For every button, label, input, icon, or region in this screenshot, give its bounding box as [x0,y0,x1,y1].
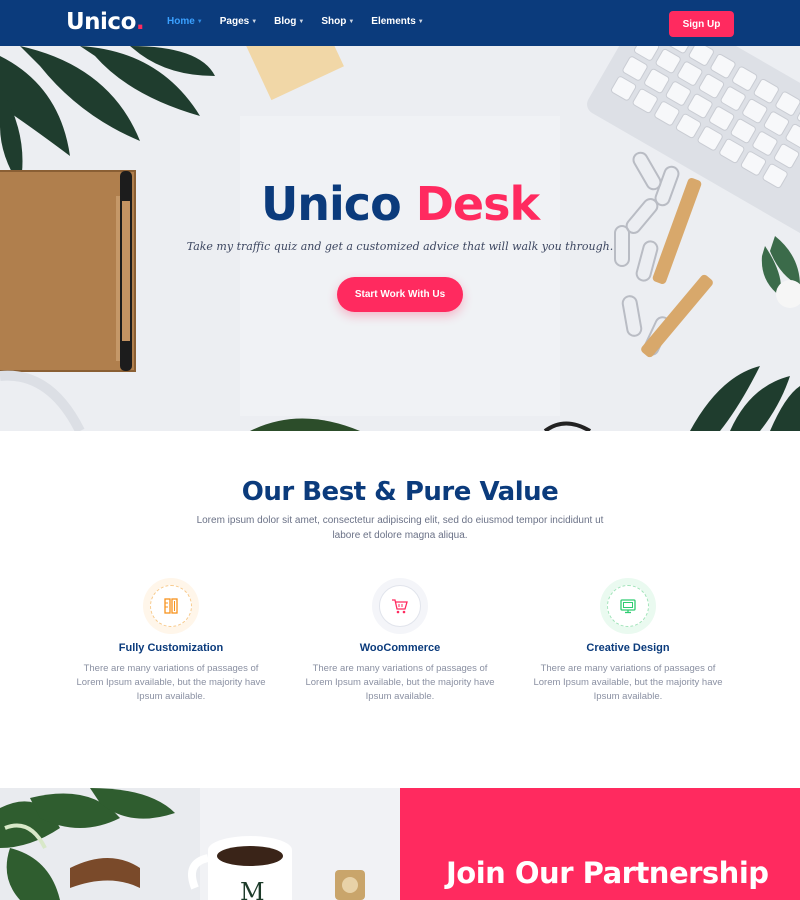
feature-description: There are many variations of passages of… [305,663,495,702]
sign-up-button[interactable]: Sign Up [669,11,734,37]
menu-item-blog[interactable]: Blog ▼ [274,16,304,27]
chevron-down-icon: ▼ [298,18,305,25]
hero-title-part2: Desk [415,177,540,231]
chevron-down-icon: ▼ [417,18,424,25]
feature-title: Fully Customization [118,642,224,654]
menu-item-home[interactable]: Home ▼ [167,16,203,27]
shopping-cart-icon [379,585,421,627]
feature-icon-badge [600,578,656,634]
menu-item-shop[interactable]: Shop ▼ [321,16,354,27]
partnership-title: Join Our Partnership [446,856,769,890]
menu-label: Home [167,16,195,27]
site-logo[interactable]: Unico. [66,9,145,35]
pencil-ruler-icon [150,585,192,627]
feature-icon-badge [372,578,428,634]
hero-section: Unico Desk Take my traffic quiz and get … [0,46,800,431]
start-work-button[interactable]: Start Work With Us [337,277,463,312]
feature-description: There are many variations of passages of… [533,663,723,702]
menu-label: Elements [371,16,416,27]
menu-label: Blog [274,16,297,27]
section-description: Lorem ipsum dolor sit amet, consectetur … [196,515,604,541]
chevron-down-icon: ▼ [196,18,203,25]
hero-title: Unico Desk [0,177,800,231]
hero-title-part1: Unico [260,177,402,231]
feature-icon-badge [143,578,199,634]
hero-background-image [0,46,800,431]
menu-label: Pages [219,16,250,27]
hero-subtitle: Take my traffic quiz and get a customize… [186,240,614,253]
logo-text: Unico [66,9,136,35]
menu-item-pages[interactable]: Pages ▼ [220,16,257,27]
monitor-icon [607,585,649,627]
section-title: Our Best & Pure Value [241,477,559,507]
chevron-down-icon: ▼ [251,18,258,25]
partnership-panel: Join Our Partnership [400,788,800,900]
desk-photo: M [0,788,400,900]
feature-title: Creative Design [586,642,670,654]
menu-item-elements[interactable]: Elements ▼ [371,16,423,27]
main-menu: Home ▼ Pages ▼ Blog ▼ Shop ▼ Elements ▼ [167,16,441,27]
menu-label: Shop [321,16,347,27]
feature-title: WooCommerce [359,642,441,654]
feature-description: There are many variations of passages of… [76,663,266,702]
logo-dot: . [135,9,145,35]
partnership-image: M [0,788,400,900]
svg-text:M: M [240,878,265,900]
chevron-down-icon: ▼ [348,18,355,25]
top-navbar: Unico. Home ▼ Pages ▼ Blog ▼ Shop ▼ Elements… [0,0,800,46]
